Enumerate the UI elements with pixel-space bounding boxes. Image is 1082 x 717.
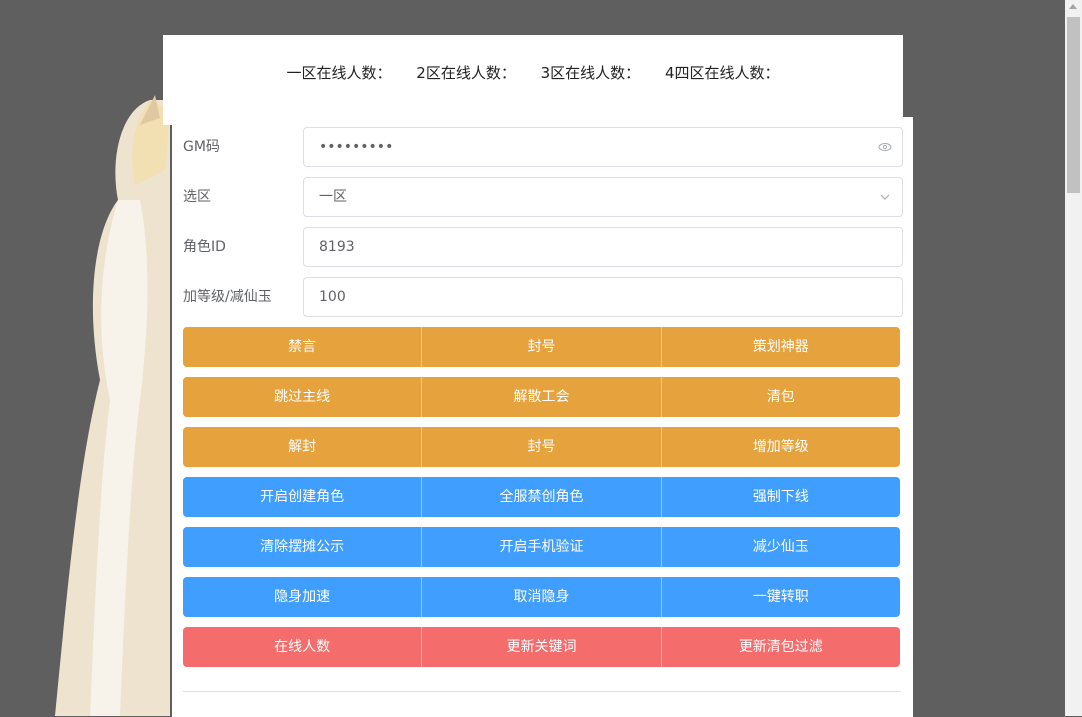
button-group-2: 跳过主线 解散工会 清包 — [183, 377, 900, 417]
button-group-7: 在线人数 更新关键词 更新清包过滤 — [183, 627, 900, 667]
skip-main-quest-button[interactable]: 跳过主线 — [183, 377, 423, 417]
chevron-down-icon — [880, 194, 890, 200]
online-stats-card: 一区在线人数： 2区在线人数： 3区在线人数： 4四区在线人数： — [163, 35, 903, 125]
gm-code-input[interactable]: ••••••••• — [303, 127, 903, 167]
one-click-class-change-button[interactable]: 一键转职 — [661, 577, 900, 617]
role-id-label: 角色ID — [183, 239, 226, 255]
cancel-stealth-button[interactable]: 取消隐身 — [422, 577, 662, 617]
disable-create-role-button[interactable]: 全服禁创角色 — [422, 477, 662, 517]
scrollbar-thumb[interactable] — [1067, 17, 1080, 193]
eye-icon[interactable] — [878, 140, 892, 154]
zone-row: 选区 一区 — [183, 177, 903, 217]
clear-bag-button[interactable]: 清包 — [661, 377, 900, 417]
zone-select[interactable]: 一区 — [303, 177, 903, 217]
online-stats: 一区在线人数： 2区在线人数： 3区在线人数： 4四区在线人数： — [163, 62, 903, 83]
zone-label: 选区 — [183, 189, 211, 205]
zone1-online-count: 一区在线人数： — [286, 64, 392, 82]
role-id-input[interactable]: 8193 — [303, 227, 903, 267]
zone3-online-count: 3区在线人数： — [540, 64, 641, 82]
button-group-3: 解封 封号 增加等级 — [183, 427, 900, 467]
zone2-online-count: 2区在线人数： — [416, 64, 516, 82]
online-count-button[interactable]: 在线人数 — [183, 627, 423, 667]
mute-button[interactable]: 禁言 — [183, 327, 423, 367]
enable-create-role-button[interactable]: 开启创建角色 — [183, 477, 423, 517]
unban-button[interactable]: 解封 — [183, 427, 423, 467]
gm-code-row: GM码 ••••••••• — [183, 127, 903, 167]
ban-account-button-2[interactable]: 封号 — [422, 427, 662, 467]
zone4-online-count: 4四区在线人数： — [664, 64, 780, 82]
disband-guild-button[interactable]: 解散工会 — [422, 377, 662, 417]
planner-artifact-button[interactable]: 策划神器 — [661, 327, 900, 367]
gm-code-value: ••••••••• — [319, 139, 394, 155]
level-jade-row: 加等级/减仙玉 100 — [183, 277, 903, 317]
button-group-6: 隐身加速 取消隐身 一键转职 — [183, 577, 900, 617]
update-keywords-button[interactable]: 更新关键词 — [422, 627, 662, 667]
stealth-speed-button[interactable]: 隐身加速 — [183, 577, 423, 617]
button-group-4: 开启创建角色 全服禁创角色 强制下线 — [183, 477, 900, 517]
role-id-row: 角色ID 8193 — [183, 227, 903, 267]
role-id-value: 8193 — [319, 239, 355, 255]
reduce-jade-button[interactable]: 减少仙玉 — [661, 527, 900, 567]
force-offline-button[interactable]: 强制下线 — [661, 477, 900, 517]
scroll-up-arrow-icon[interactable] — [1069, 4, 1077, 9]
gm-code-label: GM码 — [183, 139, 220, 155]
button-group-1: 禁言 封号 策划神器 — [183, 327, 900, 367]
clear-stall-notice-button[interactable]: 清除摆摊公示 — [183, 527, 423, 567]
divider — [183, 691, 901, 692]
level-jade-value: 100 — [319, 289, 346, 305]
enable-phone-verify-button[interactable]: 开启手机验证 — [422, 527, 662, 567]
level-jade-label: 加等级/减仙玉 — [183, 289, 272, 305]
gm-form-panel: GM码 ••••••••• 选区 一区 角色ID 8193 加等级/减仙玉 10… — [172, 117, 913, 717]
add-level-button[interactable]: 增加等级 — [661, 427, 900, 467]
character-illustration — [55, 95, 170, 716]
zone-value: 一区 — [319, 189, 347, 205]
level-jade-input[interactable]: 100 — [303, 277, 903, 317]
page-scrollbar[interactable] — [1065, 0, 1082, 716]
update-bag-filter-button[interactable]: 更新清包过滤 — [661, 627, 900, 667]
ban-account-button[interactable]: 封号 — [422, 327, 662, 367]
button-group-5: 清除摆摊公示 开启手机验证 减少仙玉 — [183, 527, 900, 567]
